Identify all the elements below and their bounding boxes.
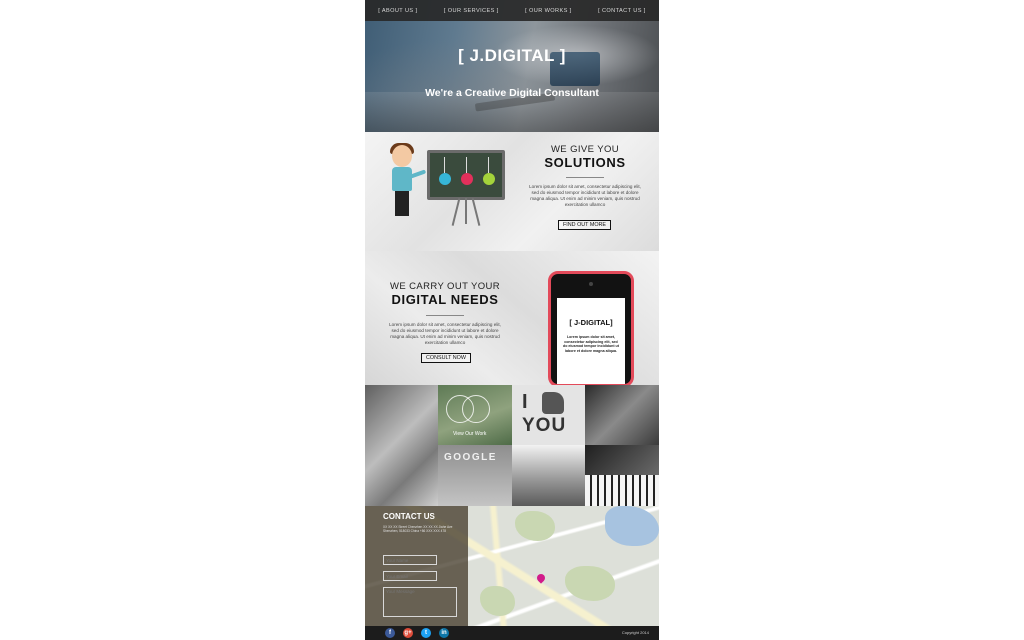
view-circle-icon [462, 395, 490, 423]
needs-kicker: WE CARRY OUT YOUR [389, 281, 501, 292]
red-circle-icon [461, 173, 473, 185]
footer: f g+ t in Copyright 2014 [365, 626, 659, 640]
portfolio-tile-i-like-you[interactable]: I YOU [512, 385, 585, 445]
easel-leg [471, 198, 481, 226]
contact-address: XX XX XX Street Chenzhen XX XX XX Jiahe … [383, 525, 453, 533]
chart-stem [488, 157, 489, 173]
nav-our-services[interactable]: [ OUR SERVICES ] [444, 8, 499, 14]
landing-page: [ J.DIGITAL ] We're a Creative Digital C… [365, 0, 659, 640]
chart-stem [444, 157, 445, 173]
copyright-text: Copyright 2014 [621, 630, 649, 635]
hero-title: [ J.DIGITAL ] [458, 46, 566, 65]
needs-copy: WE CARRY OUT YOUR DIGITAL NEEDS Lorem ip… [385, 281, 505, 346]
presenter-body [392, 167, 412, 191]
map-park [565, 566, 615, 601]
find-out-more-button[interactable]: FIND OUT MORE [558, 220, 612, 230]
phone-screen: [ J-DIGITAL] Lorem ipsum dolor sit amet,… [557, 298, 625, 384]
presenter-legs [395, 191, 409, 216]
google-plus-icon[interactable]: g+ [403, 628, 413, 638]
phone-screen-title: [ J-DIGITAL] [569, 318, 613, 327]
portfolio-tile-puppies[interactable]: View Our Work [438, 385, 512, 445]
contact-panel: CONTACT US XX XX XX Street Chenzhen XX X… [365, 506, 468, 626]
hero-subtitle: We're a Creative Digital Consultant [425, 87, 599, 99]
message-field[interactable] [383, 587, 457, 617]
i-letter: I [522, 391, 528, 413]
portfolio-tile-laptop[interactable] [365, 385, 438, 506]
portfolio-tile-piano[interactable] [585, 445, 659, 506]
needs-divider [426, 315, 464, 316]
piano-top-photo [585, 445, 659, 475]
easel-leg [451, 198, 461, 226]
solutions-divider [566, 177, 604, 178]
solutions-copy: WE GIVE YOU SOLUTIONS Lorem ipsum dolor … [525, 144, 645, 208]
linkedin-icon[interactable]: in [439, 628, 449, 638]
digital-needs-section: WE CARRY OUT YOUR DIGITAL NEEDS Lorem ip… [365, 251, 659, 387]
contact-title: CONTACT US [383, 512, 435, 521]
consult-now-button[interactable]: CONSULT NOW [421, 353, 471, 363]
presenter-head [392, 145, 412, 167]
needs-body: Lorem ipsum dolor sit amet, consectetur … [389, 322, 501, 345]
portfolio-grid: View Our Work I YOU GOOGLE [365, 385, 659, 506]
chart-stem [466, 157, 467, 173]
nav-contact-us[interactable]: [ CONTACT US ] [598, 8, 646, 14]
top-nav: [ ABOUT US ] [ OUR SERVICES ] [ OUR WORK… [365, 0, 659, 21]
portfolio-tile-skyline[interactable] [512, 445, 585, 506]
green-circle-icon [483, 173, 495, 185]
name-field[interactable] [383, 555, 437, 565]
solutions-headline: SOLUTIONS [544, 155, 626, 170]
needs-headline: DIGITAL NEEDS [391, 292, 499, 307]
location-pin-icon[interactable] [535, 572, 547, 584]
solutions-kicker: WE GIVE YOU [550, 144, 620, 155]
nav-our-works[interactable]: [ OUR WORKS ] [525, 8, 572, 14]
thumbs-up-icon [542, 392, 564, 414]
solutions-body: Lorem ipsum dolor sit amet, consectetur … [529, 184, 641, 207]
smartphone-mockup: [ J-DIGITAL] Lorem ipsum dolor sit amet,… [548, 271, 634, 387]
map-park [515, 511, 555, 541]
phone-camera-icon [589, 282, 593, 286]
easel-leg [465, 198, 467, 224]
chalkboard-icon [427, 150, 505, 200]
you-word: YOU [522, 415, 567, 436]
phone-screen-body: Lorem ipsum dolor sit amet, consectetur … [563, 335, 619, 353]
view-our-work-label[interactable]: View Our Work [453, 431, 486, 437]
map-park [480, 586, 515, 616]
presenter-arm [409, 169, 427, 179]
facebook-icon[interactable]: f [385, 628, 395, 638]
nav-about-us[interactable]: [ ABOUT US ] [378, 8, 417, 14]
twitter-icon[interactable]: t [421, 628, 431, 638]
portfolio-tile-google[interactable]: GOOGLE [438, 445, 512, 506]
google-word: GOOGLE [444, 452, 497, 463]
solutions-section: WE GIVE YOU SOLUTIONS Lorem ipsum dolor … [365, 132, 659, 251]
portfolio-tile-motorbike[interactable] [585, 385, 659, 445]
blue-circle-icon [439, 173, 451, 185]
map-lake [605, 506, 659, 546]
contact-section: CONTACT US XX XX XX Street Chenzhen XX X… [365, 506, 659, 626]
email-field[interactable] [383, 571, 437, 581]
